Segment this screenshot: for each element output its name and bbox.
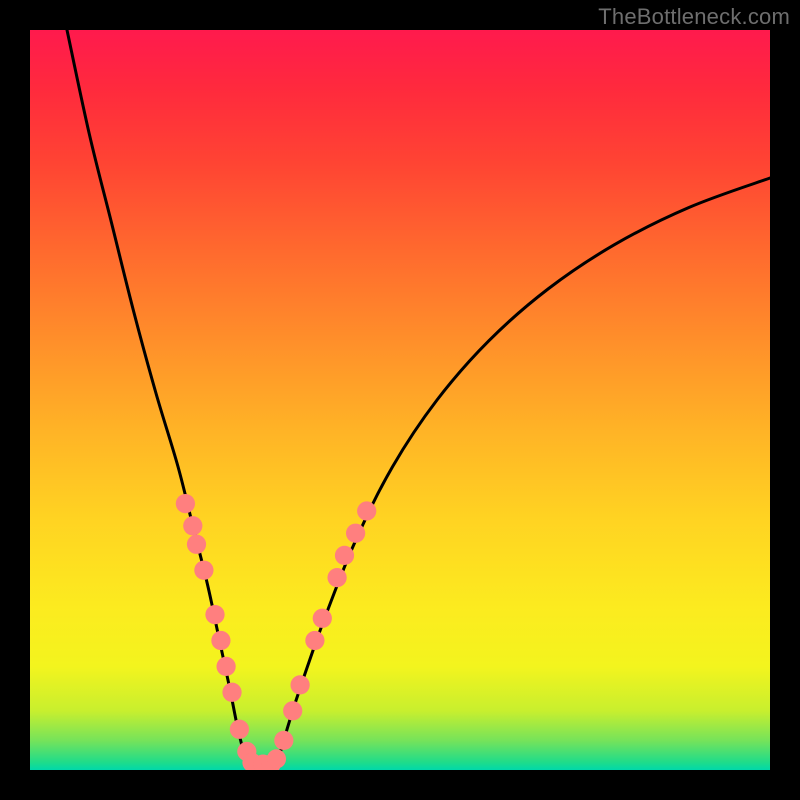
plot-area — [30, 30, 770, 770]
curves-svg — [30, 30, 770, 770]
dot-22 — [357, 501, 376, 520]
dot-2 — [187, 535, 206, 554]
dot-group — [176, 494, 377, 770]
dot-13 — [267, 749, 286, 768]
dot-14 — [274, 731, 293, 750]
line-group — [67, 30, 770, 770]
dot-15 — [283, 701, 302, 720]
dot-16 — [290, 675, 309, 694]
dot-20 — [335, 546, 354, 565]
dot-21 — [346, 524, 365, 543]
dot-5 — [211, 631, 230, 650]
dot-17 — [305, 631, 324, 650]
dot-4 — [205, 605, 224, 624]
chart-frame: TheBottleneck.com — [0, 0, 800, 800]
dot-19 — [327, 568, 346, 587]
dot-7 — [222, 683, 241, 702]
dot-1 — [183, 516, 202, 535]
dot-3 — [194, 561, 213, 580]
dot-18 — [313, 609, 332, 628]
watermark-label: TheBottleneck.com — [598, 4, 790, 30]
dot-0 — [176, 494, 195, 513]
series-right-branch — [276, 178, 770, 770]
dot-8 — [230, 720, 249, 739]
dot-6 — [216, 657, 235, 676]
